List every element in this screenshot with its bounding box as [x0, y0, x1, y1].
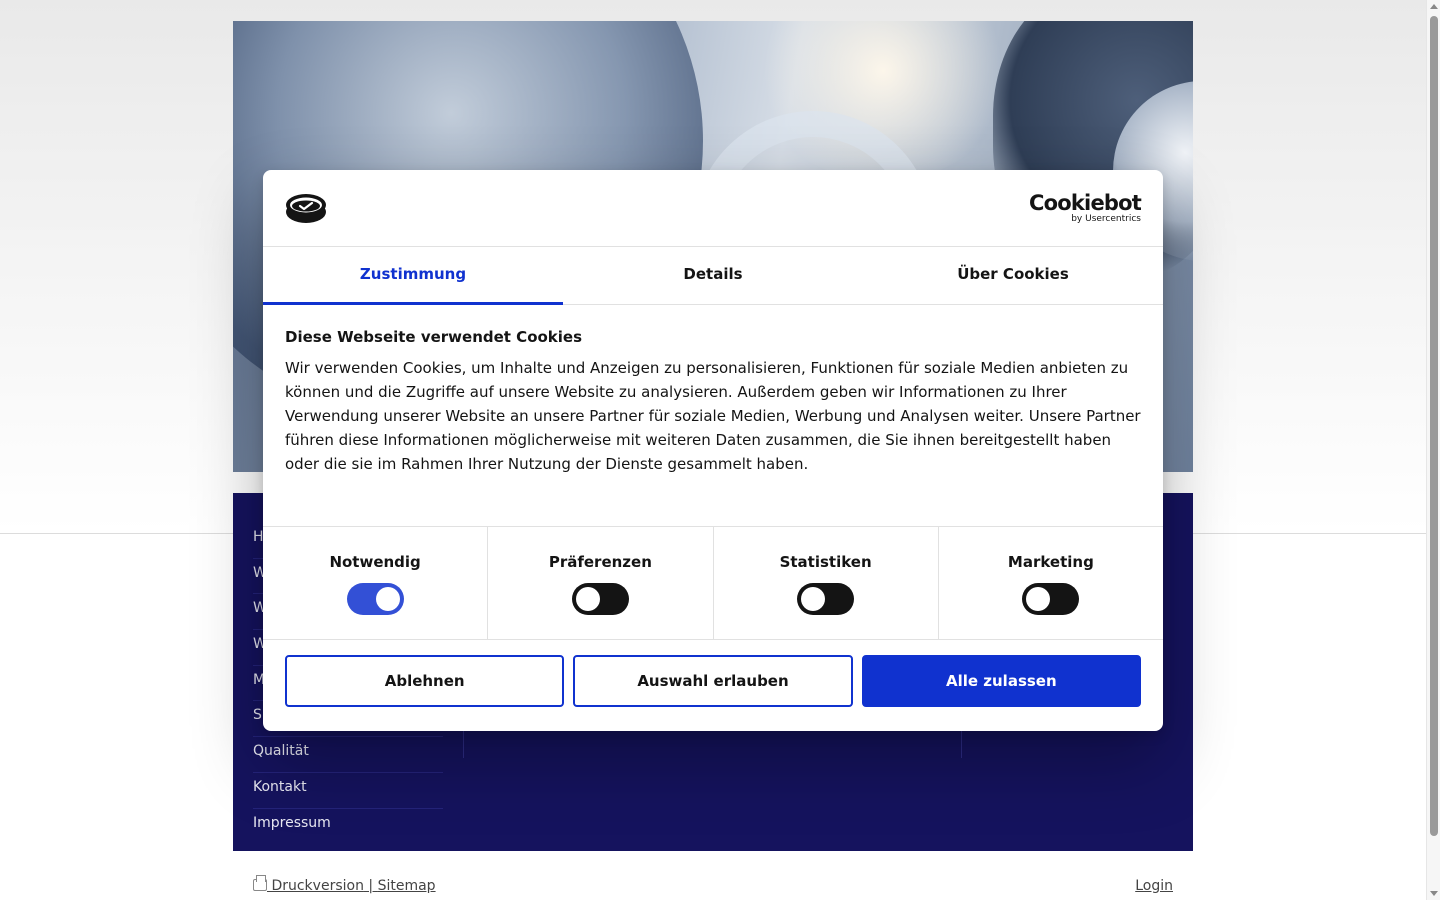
dialog-header: Cookiebot by Usercentrics [263, 170, 1163, 247]
cookie-consent-dialog: Cookiebot by Usercentrics Zustimmung Det… [263, 170, 1163, 731]
bottom-bar-separator: | [363, 878, 378, 894]
consent-categories: Notwendig Präferenzen Statistiken Market… [263, 526, 1163, 640]
page-scrollbar[interactable] [1426, 0, 1440, 900]
bottom-bar: Druckversion | Sitemap Login [233, 875, 1193, 900]
allow-selection-button[interactable]: Auswahl erlauben [573, 655, 853, 707]
dialog-tabs: Zustimmung Details Über Cookies [263, 247, 1163, 305]
toggle-knob [375, 587, 400, 611]
category-label: Notwendig [329, 553, 421, 571]
category-notwendig: Notwendig [263, 527, 489, 639]
toggle-knob [1026, 587, 1051, 611]
scroll-thumb[interactable] [1430, 16, 1438, 836]
printer-icon [253, 875, 267, 891]
category-marketing: Marketing [939, 527, 1163, 639]
notwendig-toggle[interactable] [346, 583, 404, 615]
scroll-down-arrow-icon[interactable] [1430, 891, 1438, 896]
scroll-up-arrow-icon[interactable] [1430, 4, 1438, 9]
sitemap-link[interactable]: Sitemap [378, 878, 436, 894]
footer-nav-item-qualitaet[interactable]: Qualität [253, 737, 443, 773]
dialog-body: Diese Webseite verwendet Cookies Wir ver… [285, 328, 1141, 476]
cookie-logo-icon [286, 194, 326, 223]
tab-ueber-cookies[interactable]: Über Cookies [863, 247, 1163, 305]
print-version-link[interactable]: Druckversion [267, 878, 364, 894]
dialog-description: Wir verwenden Cookies, um Inhalte und An… [285, 359, 1141, 473]
footer-nav-item-impressum[interactable]: Impressum [253, 809, 443, 845]
allow-all-button[interactable]: Alle zulassen [861, 655, 1141, 707]
brand-subtitle: by Usercentrics [1071, 214, 1141, 224]
tab-zustimmung[interactable]: Zustimmung [263, 247, 563, 305]
category-praeferenzen: Präferenzen [488, 527, 714, 639]
login-link[interactable]: Login [1135, 878, 1173, 894]
toggle-knob [801, 587, 826, 611]
category-statistiken: Statistiken [714, 527, 939, 639]
category-label: Statistiken [779, 553, 872, 571]
brand-name: Cookiebot [1029, 191, 1142, 215]
category-label: Präferenzen [548, 553, 652, 571]
dialog-actions: Ablehnen Auswahl erlauben Alle zulassen [285, 655, 1141, 707]
marketing-toggle[interactable] [1022, 583, 1080, 615]
footer-nav-item-kontakt[interactable]: Kontakt [253, 773, 443, 809]
toggle-knob [575, 587, 600, 611]
tab-details[interactable]: Details [563, 247, 863, 305]
cookiebot-brand: Cookiebot by Usercentrics [1029, 191, 1142, 224]
dialog-title: Diese Webseite verwendet Cookies [285, 328, 583, 346]
category-label: Marketing [1007, 553, 1094, 571]
praeferenzen-toggle[interactable] [571, 583, 629, 615]
statistiken-toggle[interactable] [797, 583, 855, 615]
decline-button[interactable]: Ablehnen [285, 655, 565, 707]
